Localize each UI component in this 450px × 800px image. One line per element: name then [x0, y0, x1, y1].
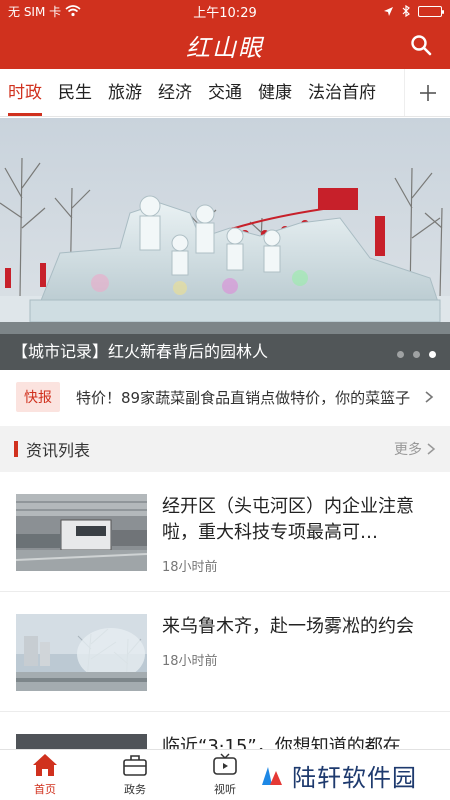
- nav-home-label: 首页: [34, 783, 56, 796]
- search-icon[interactable]: [410, 34, 432, 56]
- status-bar: 无 SIM 卡 上午10:29: [0, 0, 450, 22]
- status-time: 上午10:29: [193, 5, 257, 21]
- more-button[interactable]: 更多: [394, 439, 436, 459]
- section-marker: [14, 441, 18, 457]
- chevron-right-icon: [425, 391, 434, 403]
- tab-livelihood[interactable]: 民生: [50, 69, 100, 116]
- tv-icon: [213, 753, 237, 775]
- flash-badge: 快报: [16, 382, 60, 412]
- briefcase-icon: [123, 755, 147, 776]
- news-list-header: 资讯列表 更多: [0, 426, 450, 472]
- plus-icon: [419, 84, 436, 101]
- news-time: 18小时前: [162, 560, 218, 575]
- tab-politics[interactable]: 时政: [0, 69, 50, 116]
- location-arrow-icon: [384, 6, 393, 16]
- bluetooth-icon: [402, 5, 410, 17]
- chevron-right-icon: [427, 443, 436, 455]
- news-time: 18小时前: [162, 654, 218, 669]
- carrier-label: 无 SIM 卡: [8, 4, 62, 19]
- tab-rule-of-law[interactable]: 法治首府: [300, 69, 384, 116]
- news-body: 来乌鲁木齐，赴一场雾凇的约会 18小时前: [162, 614, 434, 711]
- news-body: 经开区（头屯河区）内企业注意啦，重大科技专项最高可… 18小时前: [162, 494, 434, 591]
- nav-media-label: 视听: [214, 783, 236, 796]
- carousel-dot[interactable]: [413, 351, 420, 358]
- news-title: 经开区（头屯河区）内企业注意啦，重大科技专项最高可…: [162, 496, 414, 543]
- nav-government-label: 政务: [124, 783, 146, 796]
- more-label: 更多: [394, 442, 422, 458]
- tab-travel[interactable]: 旅游: [100, 69, 150, 116]
- list-item[interactable]: 经开区（头屯河区）内企业注意啦，重大科技专项最高可… 18小时前: [0, 472, 450, 592]
- carousel-dots: [397, 351, 436, 358]
- status-left: 无 SIM 卡: [8, 3, 158, 20]
- top-bar: 无 SIM 卡 上午10:29 红山眼: [0, 0, 450, 69]
- nav-media[interactable]: 视听: [180, 750, 270, 800]
- banner-image: [0, 118, 450, 370]
- news-thumbnail: [16, 614, 147, 691]
- section-title: 资讯列表: [26, 441, 91, 460]
- tab-list: 时政 民生 旅游 经济 交通 健康 法治首府: [0, 69, 404, 116]
- list-item[interactable]: 来乌鲁木齐，赴一场雾凇的约会 18小时前: [0, 592, 450, 712]
- carousel-dot-active[interactable]: [429, 351, 436, 358]
- watermark: 陆轩软件园: [258, 755, 448, 795]
- battery-icon: [418, 5, 444, 17]
- news-thumbnail: [16, 494, 147, 571]
- nav-government[interactable]: 政务: [90, 750, 180, 800]
- banner-caption: 【城市记录】红火新春背后的园林人: [0, 334, 450, 370]
- nav-home[interactable]: 首页: [0, 750, 90, 800]
- title-bar: 红山眼: [0, 22, 450, 69]
- banner-carousel[interactable]: 【城市记录】红火新春背后的园林人: [0, 118, 450, 370]
- flash-headline[interactable]: 特价！89家蔬菜副食品直销点做特价，你的菜篮子: [76, 387, 412, 408]
- wifi-icon: [65, 5, 81, 17]
- news-title: 来乌鲁木齐，赴一场雾凇的约会: [162, 616, 414, 637]
- app-title: 红山眼: [186, 34, 264, 62]
- tab-health[interactable]: 健康: [250, 69, 300, 116]
- home-icon: [33, 754, 57, 776]
- watermark-text: 陆轩软件园: [292, 763, 417, 792]
- flash-news-bar[interactable]: 快报 特价！89家蔬菜副食品直销点做特价，你的菜篮子: [0, 370, 450, 424]
- channel-tabs: 时政 民生 旅游 经济 交通 健康 法治首府: [0, 69, 450, 117]
- carousel-dot[interactable]: [397, 351, 404, 358]
- add-channel-button[interactable]: [404, 69, 450, 116]
- tab-traffic[interactable]: 交通: [200, 69, 250, 116]
- status-right: [292, 5, 444, 17]
- watermark-logo: [262, 767, 282, 785]
- tab-economy[interactable]: 经济: [150, 69, 200, 116]
